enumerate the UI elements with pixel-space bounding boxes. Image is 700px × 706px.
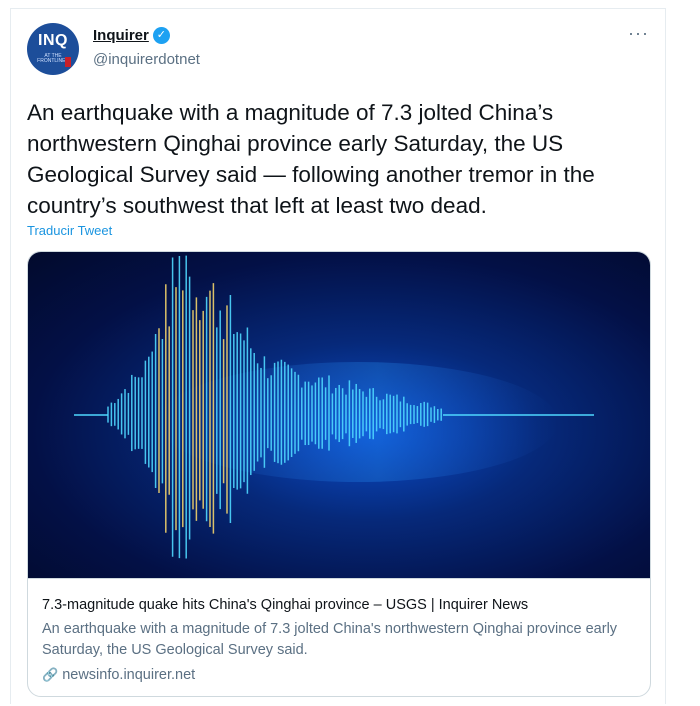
avatar-logo-accent [65, 57, 71, 67]
author-name-row: Inquirer ✓ [93, 27, 170, 44]
card-description: An earthquake with a magnitude of 7.3 jo… [42, 621, 618, 658]
link-icon: 🔗 [42, 667, 59, 682]
avatar-logo-text: INQ [38, 32, 68, 49]
more-options-icon[interactable]: ··· [628, 23, 649, 44]
card-title: 7.3-magnitude quake hits China's Qinghai… [42, 597, 529, 613]
link-preview-card[interactable]: 7.3-magnitude quake hits China's Qinghai… [27, 251, 651, 697]
avatar[interactable]: INQ AT THE FRONTLINES [27, 23, 79, 75]
tweet-container: INQ AT THE FRONTLINES Inquirer ✓ @inquir… [10, 8, 666, 704]
author-handle[interactable]: @inquirerdotnet [93, 51, 200, 68]
translate-tweet-link[interactable]: Traducir Tweet [27, 223, 112, 238]
author-name[interactable]: Inquirer [93, 27, 149, 44]
verified-badge-icon: ✓ [152, 27, 170, 44]
seismograph-waveform-icon [74, 255, 594, 559]
tweet-text: An earthquake with a magnitude of 7.3 jo… [27, 100, 595, 218]
card-domain-row: 🔗 newsinfo.inquirer.net [42, 667, 195, 683]
card-body: 7.3-magnitude quake hits China's Qinghai… [28, 578, 650, 696]
card-image [28, 252, 650, 578]
card-domain: newsinfo.inquirer.net [62, 667, 196, 683]
